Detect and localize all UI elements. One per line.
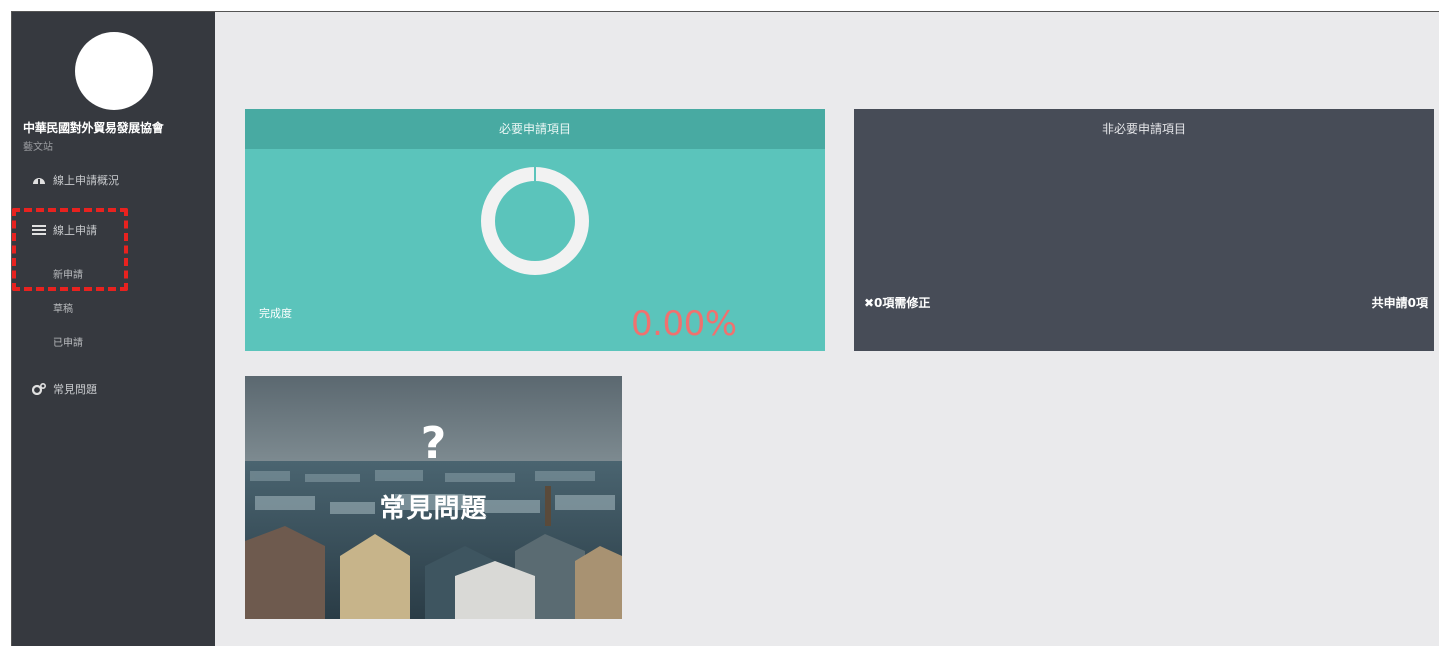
- sidebar-item-label: 常見問題: [53, 383, 97, 396]
- avatar[interactable]: [75, 32, 153, 110]
- question-icon: ?: [420, 418, 447, 469]
- progress-value: 0.00%: [631, 304, 737, 344]
- progress-donut-marker: [534, 167, 536, 181]
- progress-donut: [481, 167, 589, 275]
- card-title: 必要申請項目: [245, 109, 825, 149]
- app-frame: 中華民國對外貿易發展協會 藝文站 線上申請概況 線上申請 新申請 草稿 已申請 …: [11, 11, 1439, 646]
- fix-count: ✖0項需修正: [864, 296, 931, 310]
- total-count: 共申請0項: [1371, 296, 1428, 310]
- optional-items-card[interactable]: 非必要申請項目 ✖0項需修正 共申請0項: [854, 109, 1434, 351]
- highlight-box: [12, 208, 128, 291]
- gears-icon: [31, 382, 47, 396]
- sidebar-item-faq[interactable]: 常見問題: [31, 381, 97, 397]
- org-subtitle: 藝文站: [23, 142, 53, 153]
- sidebar: 中華民國對外貿易發展協會 藝文站 線上申請概況 線上申請 新申請 草稿 已申請 …: [12, 12, 215, 646]
- progress-label: 完成度: [259, 307, 292, 320]
- sidebar-subitem-draft[interactable]: 草稿: [53, 300, 73, 315]
- sidebar-subitem-submitted[interactable]: 已申請: [53, 334, 83, 349]
- dashboard-icon: [32, 174, 46, 186]
- sidebar-item-overview[interactable]: 線上申請概況: [32, 172, 119, 188]
- required-items-card[interactable]: 必要申請項目 完成度 0.00%: [245, 109, 825, 351]
- card-title: 非必要申請項目: [1101, 122, 1186, 136]
- org-name: 中華民國對外貿易發展協會: [23, 121, 164, 135]
- faq-card[interactable]: ? 常見問題: [245, 376, 622, 619]
- faq-card-title: 常見問題: [379, 494, 488, 524]
- sidebar-item-label: 線上申請概況: [53, 174, 119, 187]
